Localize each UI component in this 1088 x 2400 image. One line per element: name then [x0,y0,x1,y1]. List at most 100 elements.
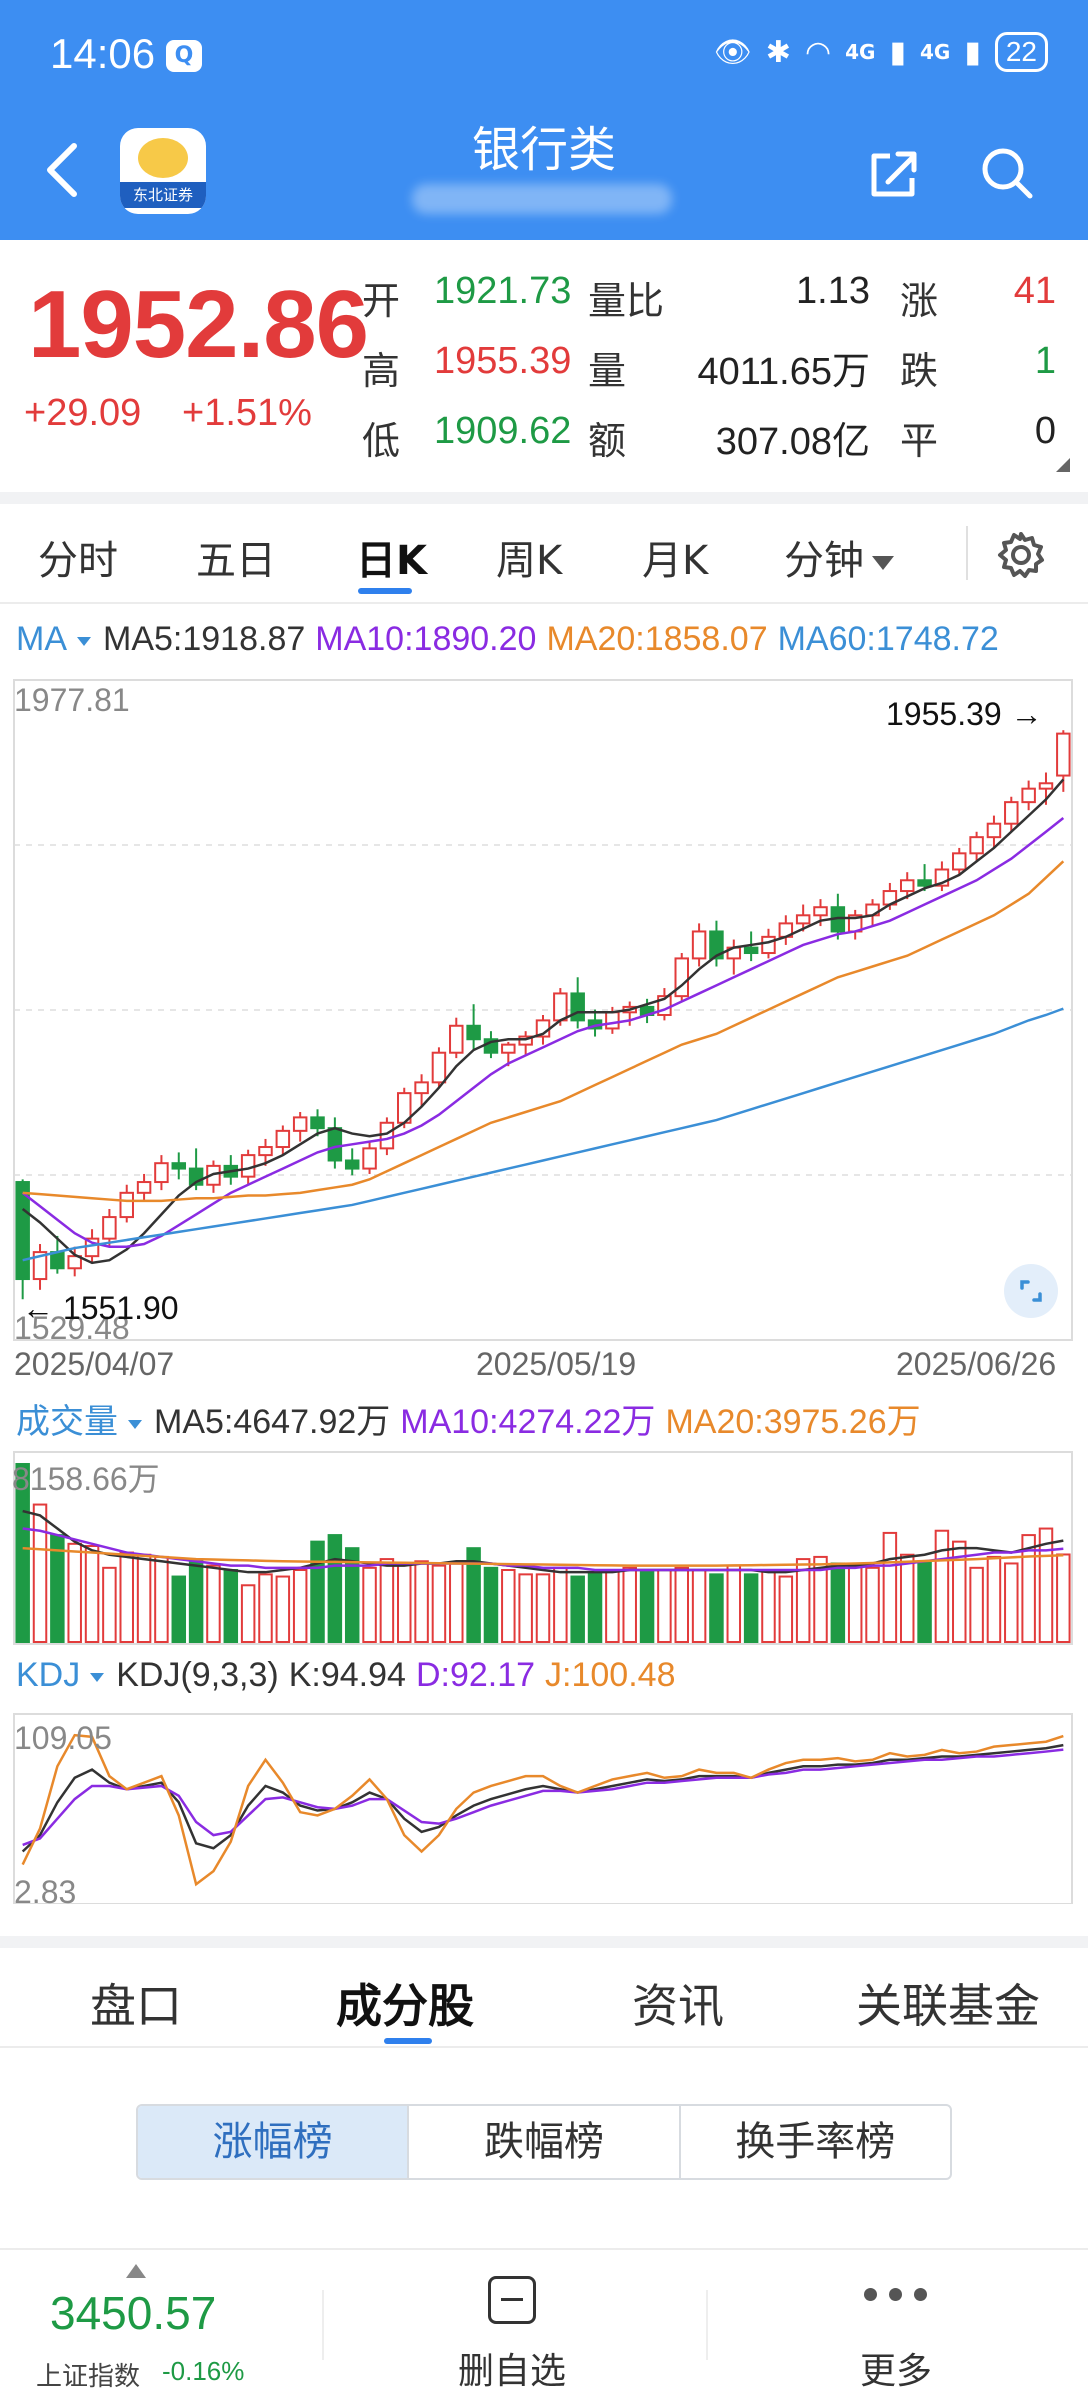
ma5-value: MA5:1918.87 [103,620,306,658]
volume-label[interactable]: 成交量 [16,1403,118,1441]
detail-tabs: 盘口 成分股 资讯 关联基金 [0,1936,1088,2048]
delete-watchlist-label: 删自选 [458,2351,567,2392]
battery-indicator: 22 [994,32,1048,72]
ma-legend: MA MA5:1918.87 MA10:1890.20 MA20:1858.07 MA6… [16,620,1009,659]
tab-news[interactable]: 资讯 [632,1970,724,2036]
tab-minute-label: 分钟 [784,538,864,584]
volume-bar [761,1569,776,1643]
status-time: 14:06 [50,30,156,77]
period-tabs: 分时 五日 日K 周K 月K 分钟 [0,504,1088,604]
volume-bar [934,1529,950,1644]
tab-five-day[interactable]: 五日 [196,528,276,586]
tab-daily-k[interactable]: 日K [356,528,427,586]
candle-down [327,1127,343,1162]
volume-legend: 成交量 MA5:4647.92万 MA10:4274.22万 MA20:3975.26… [16,1394,931,1443]
kdj-j-value: J:100.48 [545,1656,676,1694]
volume-bar [292,1569,308,1643]
tab-minute[interactable]: 分钟 [784,528,894,586]
tab-weekly-k[interactable]: 周K [496,528,562,586]
volume-label: 量 [588,351,627,393]
tab-related-funds[interactable]: 关联基金 [856,1970,1040,2036]
signal-4g-icon-2: 4G [919,40,951,64]
flat-count: 0 [1034,410,1056,452]
bar-divider [322,2290,324,2360]
volume-axis-max: 8158.66万 [12,1461,160,1497]
volume-bar [865,1566,880,1644]
tab-intraday[interactable]: 分时 [38,528,118,586]
vol-ma10-value: MA10:4274.22万 [400,1403,656,1441]
volume-bar [553,1566,568,1644]
candle-down [50,1251,65,1270]
signal-bars-icon-2: ▮ [964,34,981,70]
status-icons: 👁 ✱ ◠ 4G ▮ 4G ▮ 22 [714,32,1048,72]
more-dots-icon [864,2288,928,2304]
high-value: 1955.39 [434,340,572,382]
volume-bar [847,1564,863,1643]
rank-turnover[interactable]: 换手率榜 [681,2106,950,2178]
kdj-label[interactable]: KDJ [16,1656,80,1694]
low-value: 1909.62 [434,410,572,452]
volume-bar [691,1569,707,1643]
volume-bar [275,1575,291,1644]
rank-gainers[interactable]: 涨幅榜 [138,2106,410,2178]
candle-up [674,957,689,998]
kdj-dropdown-icon[interactable] [90,1672,105,1682]
volume-bar [206,1564,221,1643]
volume-bar [431,1564,447,1643]
signal-bars-icon-1: ▮ [889,34,906,70]
kline-chart-svg[interactable] [0,604,1088,1904]
kdj-k-value: K:94.94 [288,1656,406,1694]
high-callout-value: 1955.39 [886,696,1002,732]
candle-up [969,836,984,855]
vol-ma20-value: MA20:3975.26万 [665,1403,921,1441]
tab-order-book[interactable]: 盘口 [90,1970,182,2036]
share-icon[interactable] [866,146,922,202]
volume-bar [84,1545,100,1643]
ma-dropdown-icon[interactable] [77,636,91,646]
candle-down [570,992,585,1022]
page-title: 银行类 [471,122,616,178]
up-count: 41 [1013,270,1056,312]
candle-up [275,1129,291,1149]
kdj-params: KDJ(9,3,3) [116,1656,279,1694]
volume-bar [917,1560,932,1643]
volume-bar [258,1573,273,1643]
volume-bar [743,1573,759,1643]
kdj-axis-min: 2.83 [14,1874,77,1910]
volume-bar [67,1542,82,1643]
tab-monthly-k[interactable]: 月K [642,528,708,586]
minus-square-icon [488,2276,536,2324]
volume-bar [969,1566,984,1644]
kdj-legend: KDJ KDJ(9,3,3) K:94.94 D:92.17 J:100.48 [16,1656,686,1695]
candle-up [449,1024,464,1054]
open-label: 开 [362,281,401,323]
volume-bar [535,1573,551,1643]
candle-up [899,879,915,893]
candle-up [362,1147,377,1170]
gear-icon[interactable] [996,530,1046,580]
kdj-line-d [22,1748,1064,1847]
volume-bar [414,1560,429,1643]
kdj-axis-max: 109.05 [14,1720,112,1756]
app-header: 14:06 Q 👁 ✱ ◠ 4G ▮ 4G ▮ 22 东北证券 银行类 [0,0,1088,240]
volume-bar [778,1575,794,1644]
expand-corner-icon[interactable] [1056,458,1070,472]
volume-dropdown-icon[interactable] [128,1419,142,1429]
ma-label[interactable]: MA [16,620,67,658]
volume-bar [102,1566,117,1644]
rank-losers[interactable]: 跌幅榜 [409,2106,681,2178]
candle-up [292,1116,308,1132]
volume-bar [639,1571,655,1644]
search-icon[interactable] [978,144,1036,202]
more-label: 更多 [860,2351,933,2392]
volume-bar [136,1553,152,1644]
tab-constituents[interactable]: 成分股 [336,1970,474,2036]
eye-icon: 👁 [713,34,752,70]
section-divider [0,492,1088,504]
bluetooth-icon: ✱ [765,34,791,70]
down-count: 1 [1034,340,1056,382]
fullscreen-button[interactable] [1004,1264,1058,1318]
volume-ratio-label: 量比 [588,281,665,323]
price-change: +29.09 [24,392,142,434]
price-axis-max: 1977.81 [14,682,130,718]
